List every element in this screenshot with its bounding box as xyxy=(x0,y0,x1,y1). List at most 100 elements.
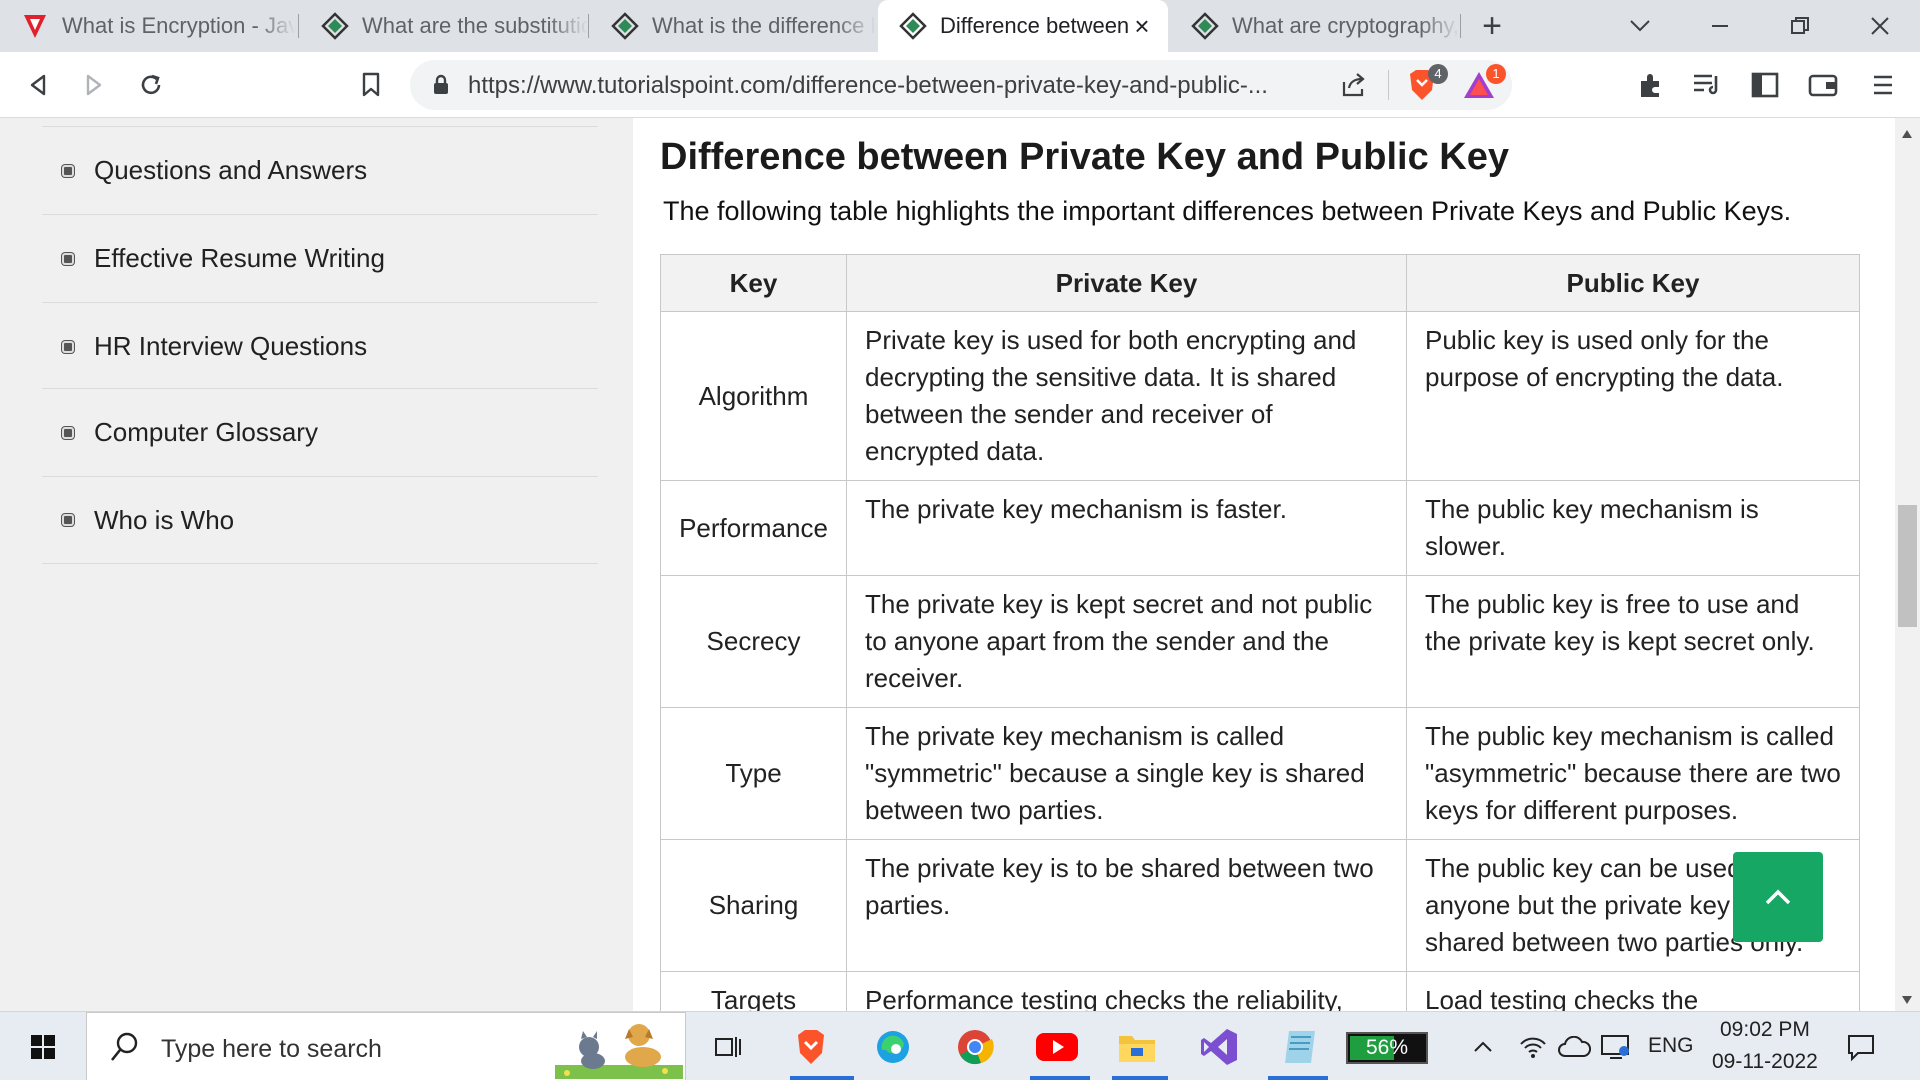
main-content: Difference between Private Key and Publi… xyxy=(633,118,1895,1011)
onedrive-cloud-icon[interactable] xyxy=(1554,1024,1594,1070)
clock-date[interactable]: 09-11-2022 xyxy=(1712,1050,1818,1074)
back-to-top-button[interactable] xyxy=(1733,852,1823,942)
tutorialspoint-favicon-icon xyxy=(1190,11,1220,41)
extensions-icon[interactable] xyxy=(1630,64,1672,106)
scroll-thumb[interactable] xyxy=(1898,505,1917,627)
javatpoint-favicon-icon xyxy=(20,11,50,41)
vertical-scrollbar[interactable] xyxy=(1895,118,1920,1011)
rewards-badge: 1 xyxy=(1486,64,1506,84)
bookmark-icon[interactable] xyxy=(350,64,392,106)
row-public: Load testing checks the xyxy=(1406,971,1860,1011)
wallet-icon[interactable] xyxy=(1802,64,1844,106)
taskbar-search-box[interactable]: Type here to search xyxy=(86,1012,686,1080)
share-icon[interactable] xyxy=(1340,72,1368,103)
tab-title: Difference between xyxy=(940,13,1130,38)
youtube-icon[interactable] xyxy=(1034,1024,1080,1070)
menu-icon[interactable] xyxy=(1862,64,1904,106)
search-placeholder[interactable]: Type here to search xyxy=(161,1035,382,1064)
address-bar[interactable]: https://www.tutorialspoint.com/differenc… xyxy=(410,60,1512,110)
shields-badge: 4 xyxy=(1428,64,1448,84)
row-private: Performance testing checks the reliabili… xyxy=(846,971,1407,1011)
table-row: Type The private key mechanism is called… xyxy=(660,707,1860,840)
minimize-icon[interactable] xyxy=(1700,8,1740,44)
tab-1[interactable]: What are the substitutio xyxy=(300,0,588,52)
chevron-up-icon xyxy=(1765,889,1791,905)
close-window-icon[interactable] xyxy=(1860,8,1900,44)
row-public: The public key is free to use and the pr… xyxy=(1406,575,1860,708)
tab-3-active[interactable]: Difference between × xyxy=(878,0,1168,52)
tab-4[interactable]: What are cryptography, xyxy=(1170,0,1460,52)
sidebar-item-questions-and-answers[interactable]: Questions and Answers xyxy=(42,126,598,214)
sidebar-item-label: HR Interview Questions xyxy=(94,331,368,361)
sidebar-item-who-is-who[interactable]: Who is Who xyxy=(42,476,598,564)
search-icon xyxy=(109,1031,139,1068)
notepad-icon[interactable] xyxy=(1278,1024,1324,1070)
lock-icon[interactable] xyxy=(432,74,450,101)
sidebar-toggle-icon[interactable] xyxy=(1744,64,1786,106)
row-private: Private key is used for both encrypting … xyxy=(846,311,1407,481)
battery-percent: 56% xyxy=(1365,1036,1409,1059)
sidebar-item-label: Computer Glossary xyxy=(94,417,318,447)
visual-studio-icon[interactable] xyxy=(1196,1024,1242,1070)
close-tab-icon[interactable]: × xyxy=(1128,12,1156,40)
windows-taskbar: Type here to search 56% ENG 09:02 PM 09-… xyxy=(0,1011,1920,1080)
table-row: Targets Performance testing checks the r… xyxy=(660,971,1860,1011)
bullet-icon xyxy=(61,513,75,527)
tab-0[interactable]: What is Encryption - Jav xyxy=(0,0,296,52)
display-settings-icon[interactable] xyxy=(1596,1024,1636,1070)
new-tab-button[interactable]: + xyxy=(1474,7,1510,45)
windows-start-icon[interactable] xyxy=(20,1024,66,1070)
clock-time[interactable]: 09:02 PM xyxy=(1720,1018,1810,1042)
row-public: The public key mechanism is called "asym… xyxy=(1406,707,1860,840)
row-private: The private key is to be shared between … xyxy=(846,839,1407,972)
restore-icon[interactable] xyxy=(1780,8,1820,44)
sidebar-item-label: Effective Resume Writing xyxy=(94,243,385,273)
sidebar-item-label: Who is Who xyxy=(94,504,235,535)
table-row: Performance The private key mechanism is… xyxy=(660,480,1860,576)
back-icon[interactable] xyxy=(18,64,60,106)
playlist-icon[interactable] xyxy=(1686,64,1728,106)
file-explorer-icon[interactable] xyxy=(1114,1024,1160,1070)
brave-browser-icon[interactable] xyxy=(788,1024,834,1070)
bullet-icon xyxy=(61,251,75,266)
row-public: The public key mechanism is slower. xyxy=(1406,480,1860,576)
show-hidden-icons-chevron-icon[interactable] xyxy=(1468,1024,1498,1070)
header-public-key: Public Key xyxy=(1406,254,1860,312)
sidebar-item-effective-resume-writing[interactable]: Effective Resume Writing xyxy=(42,214,598,302)
notifications-icon[interactable] xyxy=(1838,1024,1884,1070)
browser-toolbar: https://www.tutorialspoint.com/differenc… xyxy=(0,52,1920,118)
scroll-up-arrow-icon[interactable] xyxy=(1901,126,1913,144)
language-indicator[interactable]: ENG xyxy=(1648,1034,1694,1058)
url-text[interactable]: https://www.tutorialspoint.com/differenc… xyxy=(468,72,1268,100)
task-view-icon[interactable] xyxy=(706,1024,752,1070)
sidebar-item-label: Questions and Answers xyxy=(94,155,368,185)
battery-meter[interactable]: 56% xyxy=(1346,1032,1428,1064)
reload-icon[interactable] xyxy=(130,64,172,106)
forward-icon[interactable] xyxy=(72,64,114,106)
row-key: Performance xyxy=(660,480,847,576)
row-public: Public key is used only for the purpose … xyxy=(1406,311,1860,481)
bullet-icon xyxy=(61,425,75,440)
row-key: Algorithm xyxy=(660,311,847,481)
bullet-icon xyxy=(61,163,75,178)
header-key: Key xyxy=(660,254,847,312)
tab-strip: What is Encryption - Jav What are the su… xyxy=(0,0,1920,52)
tutorialspoint-favicon-icon xyxy=(610,11,640,41)
edge-browser-icon[interactable] xyxy=(870,1024,916,1070)
chrome-browser-icon[interactable] xyxy=(952,1024,998,1070)
table-row: Sharing The private key is to be shared … xyxy=(660,839,1860,972)
table-header-row: Key Private Key Public Key xyxy=(660,254,1860,312)
row-key: Secrecy xyxy=(660,575,847,708)
sidebar-item-hr-interview-questions[interactable]: HR Interview Questions xyxy=(42,302,598,390)
header-private-key: Private Key xyxy=(846,254,1407,312)
tab-2[interactable]: What is the difference b xyxy=(590,0,876,52)
sidebar: Questions and Answers Effective Resume W… xyxy=(0,118,633,1011)
wifi-icon[interactable] xyxy=(1516,1024,1550,1070)
sidebar-item-computer-glossary[interactable]: Computer Glossary xyxy=(42,388,598,476)
tutorialspoint-favicon-icon xyxy=(898,11,928,41)
row-key: Targets xyxy=(660,971,847,1011)
tab-search-chevron-icon[interactable] xyxy=(1620,8,1660,44)
row-private: The private key mechanism is faster. xyxy=(846,480,1407,576)
scroll-down-arrow-icon[interactable] xyxy=(1901,992,1913,1010)
row-private: The private key mechanism is called "sym… xyxy=(846,707,1407,840)
